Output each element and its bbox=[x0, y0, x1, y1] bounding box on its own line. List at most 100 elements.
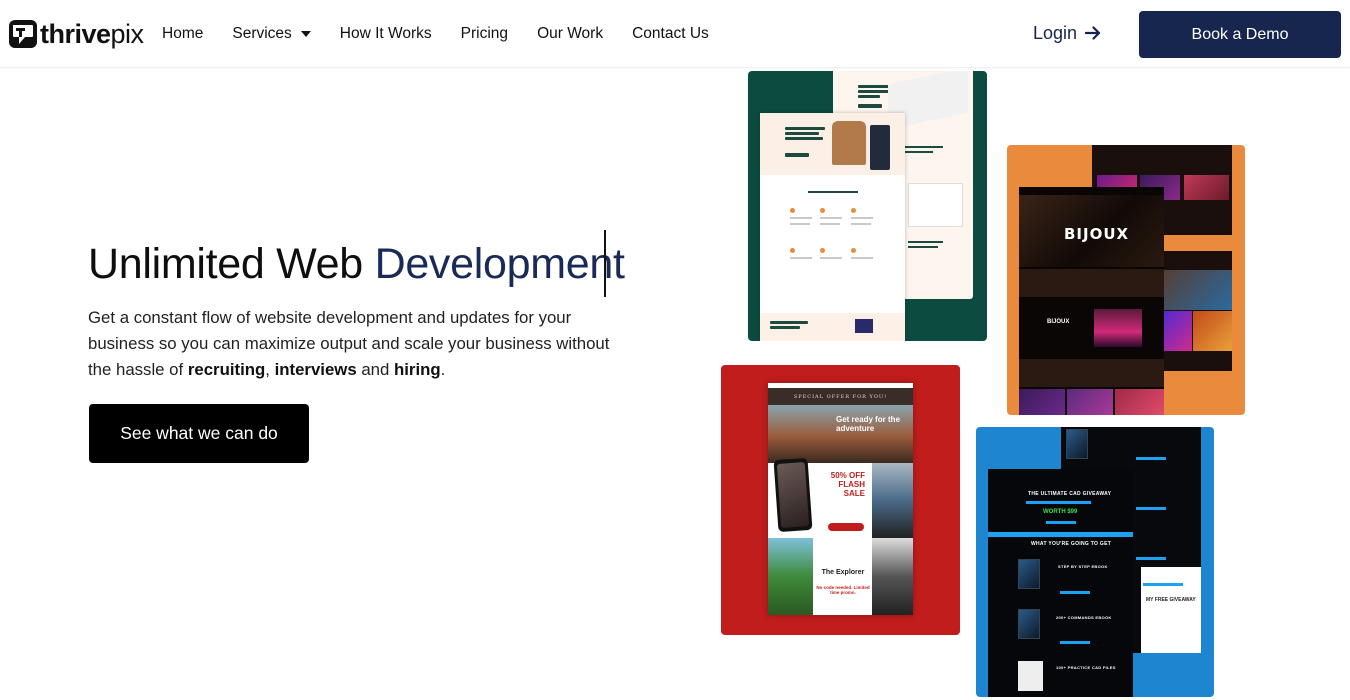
text-bar bbox=[790, 257, 812, 259]
text-bar bbox=[851, 217, 873, 219]
cta-bar bbox=[1136, 457, 1166, 460]
logo-text-bold: thrive bbox=[40, 18, 111, 49]
jeans-image bbox=[870, 125, 890, 170]
headline-bar bbox=[770, 321, 808, 324]
separator: and bbox=[356, 360, 394, 379]
nav-item-our-work[interactable]: Our Work bbox=[537, 25, 603, 43]
hero-section: BIJOUX bbox=[1019, 195, 1164, 267]
logo[interactable]: thrivepix bbox=[9, 18, 144, 50]
sale-headline: 50% OFF FLASH SALE bbox=[830, 471, 865, 498]
shop-now-button bbox=[828, 523, 864, 531]
nav-label: Our Work bbox=[537, 25, 604, 42]
valley-image bbox=[768, 538, 813, 615]
portfolio-card-cad-giveaway[interactable]: MY FREE GIVEAWAY THE ULTIMATE CAD GIVEAW… bbox=[976, 427, 1214, 697]
text-bar bbox=[851, 223, 871, 225]
portfolio-card-explorer-email[interactable]: SPECIAL OFFER FOR YOU! Get ready for the… bbox=[721, 365, 960, 635]
nav-item-how-it-works[interactable]: How It Works bbox=[340, 25, 432, 43]
nav-item-services[interactable]: Services bbox=[232, 25, 311, 43]
cta-bar bbox=[1136, 557, 1166, 560]
email-headline: Get ready for the adventure bbox=[836, 415, 901, 433]
explorer-logo: The Explorer bbox=[821, 569, 865, 576]
headline-bar bbox=[785, 132, 819, 135]
nav-label: How It Works bbox=[339, 25, 432, 42]
text-bar bbox=[820, 223, 840, 225]
portfolio-card-bijoux[interactable]: BIJOUX BIJOUX bbox=[1007, 145, 1245, 415]
hiker-image bbox=[872, 463, 913, 538]
nav-item-contact-us[interactable]: Contact Us bbox=[632, 25, 709, 43]
headline-bar bbox=[858, 95, 880, 98]
item-title: STEP BY STEP EBOOK bbox=[1058, 564, 1108, 569]
caret-down-icon bbox=[300, 31, 311, 37]
login-label: Login bbox=[1033, 22, 1078, 43]
cta-bar bbox=[1060, 591, 1090, 594]
product-image bbox=[908, 183, 963, 227]
cta-bar bbox=[1060, 641, 1090, 644]
feature-icon bbox=[790, 248, 795, 253]
nav-item-pricing[interactable]: Pricing bbox=[461, 25, 508, 43]
feature-icon bbox=[851, 208, 856, 213]
highlight-hiring: hiring bbox=[394, 360, 441, 379]
text-bar bbox=[790, 217, 812, 219]
arrow-right-icon bbox=[1085, 26, 1101, 40]
hero-section bbox=[760, 113, 905, 175]
hero-description: Get a constant flow of website developme… bbox=[88, 305, 628, 383]
text-bar bbox=[820, 217, 842, 219]
text-bar bbox=[903, 151, 933, 153]
separator: , bbox=[265, 360, 275, 379]
nav-label: Services bbox=[232, 25, 292, 42]
section-title: WHAT YOU'RE GOING TO GET bbox=[1031, 541, 1112, 547]
divider-bar bbox=[988, 532, 1133, 537]
ui-thumbnail bbox=[855, 319, 873, 333]
footer-section bbox=[760, 313, 905, 341]
promo-text: No code needed. Limited time promo. bbox=[816, 585, 870, 595]
giveaway-form: MY FREE GIVEAWAY bbox=[1141, 567, 1201, 653]
cta-bar bbox=[785, 153, 809, 157]
info-band bbox=[1019, 359, 1164, 387]
brand-title: BIJOUX bbox=[1064, 225, 1130, 243]
headline-bar bbox=[785, 137, 823, 140]
portfolio-card-image-editing[interactable] bbox=[748, 71, 987, 341]
mountain-image: Get ready for the adventure bbox=[768, 405, 913, 463]
text-bar bbox=[908, 241, 943, 243]
logo-text-light: pix bbox=[110, 18, 145, 49]
gallery-image bbox=[1193, 311, 1232, 351]
nav-item-home[interactable]: Home bbox=[162, 25, 203, 43]
text-bar bbox=[820, 257, 842, 259]
tile-gallery bbox=[1115, 389, 1164, 415]
screenshot-front bbox=[760, 113, 905, 341]
typing-cursor bbox=[604, 230, 606, 297]
text-bar bbox=[790, 223, 810, 225]
logo-speech-bubble-icon bbox=[9, 20, 37, 48]
cta-bar bbox=[1136, 507, 1166, 510]
book-demo-button[interactable]: Book a Demo bbox=[1139, 11, 1341, 58]
period: . bbox=[440, 360, 446, 379]
hero-title-plain: Unlimited Web bbox=[88, 240, 375, 288]
section-title-bar bbox=[808, 191, 858, 193]
tile-vip-booths bbox=[1019, 389, 1065, 415]
nav-label: Home bbox=[162, 25, 204, 42]
gallery-image bbox=[1152, 270, 1232, 310]
info-band bbox=[1019, 269, 1164, 297]
text-bar bbox=[851, 257, 873, 259]
logo-text: thrivepix bbox=[40, 18, 145, 49]
site-header: thrivepix Home Services How It Works Pri… bbox=[0, 0, 1350, 68]
highlight-interviews: interviews bbox=[274, 360, 357, 379]
feature-icon bbox=[851, 248, 856, 253]
login-link[interactable]: Login bbox=[1033, 20, 1101, 46]
screenshot-front: BIJOUX BIJOUX bbox=[1019, 187, 1164, 415]
giveaway-title: THE ULTIMATE CAD GIVEAWAY bbox=[1028, 491, 1112, 497]
see-what-we-can-do-button[interactable]: See what we can do bbox=[89, 404, 309, 463]
cta-bar bbox=[1046, 521, 1076, 524]
nav-label: Contact Us bbox=[632, 25, 709, 42]
form-bar bbox=[1143, 583, 1183, 586]
worth-label: WORTH $99 bbox=[1043, 509, 1078, 515]
climber-image bbox=[872, 538, 913, 615]
gallery-image bbox=[1184, 175, 1229, 200]
headline-bar bbox=[858, 90, 890, 93]
ebook-image bbox=[1018, 559, 1040, 589]
coat-image bbox=[832, 121, 866, 165]
headline-bar bbox=[785, 127, 825, 130]
ebook-image bbox=[1018, 609, 1040, 639]
cta-bar bbox=[858, 104, 882, 108]
headline-bar bbox=[770, 326, 800, 329]
